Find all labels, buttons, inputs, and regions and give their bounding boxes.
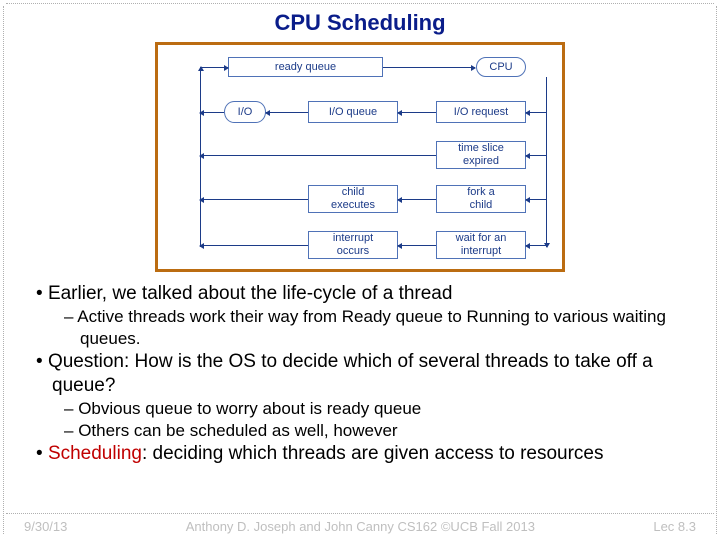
bullet-list: • Earlier, we talked about the life-cycl… [36, 282, 684, 466]
arrow [526, 245, 546, 246]
bullet-3-rest: : deciding which threads are given acces… [142, 443, 604, 464]
arrow [200, 67, 228, 68]
footer-center: Anthony D. Joseph and John Canny CS162 ©… [67, 519, 653, 534]
footer: 9/30/13 Anthony D. Joseph and John Canny… [24, 519, 696, 534]
box-interrupt-occurs: interrupt occurs [308, 231, 398, 259]
slide-title: CPU Scheduling [36, 10, 684, 36]
decorative-border [716, 6, 717, 534]
box-time-slice: time slice expired [436, 141, 526, 169]
slide: CPU Scheduling ready queue CPU I/O I/O q… [0, 0, 720, 540]
arrow [200, 155, 436, 156]
box-ready-queue: ready queue [228, 57, 383, 77]
bullet-1a: – Active threads work their way from Rea… [64, 306, 684, 350]
decorative-border [6, 513, 714, 514]
box-fork-child: fork a child [436, 185, 526, 213]
bullet-2a: – Obvious queue to worry about is ready … [64, 398, 684, 420]
bullet-2-text: Question: How is the OS to decide which … [48, 351, 653, 396]
box-io: I/O [224, 101, 266, 123]
bullet-2b: – Others can be scheduled as well, howev… [64, 420, 684, 442]
arrow [526, 155, 546, 156]
bullet-1-text: Earlier, we talked about the life-cycle … [48, 283, 453, 304]
box-child-executes: child executes [308, 185, 398, 213]
box-wait-interrupt: wait for an interrupt [436, 231, 526, 259]
arrow-down [546, 77, 547, 247]
footer-date: 9/30/13 [24, 519, 67, 534]
decorative-border [6, 3, 714, 4]
bullet-2: • Question: How is the OS to decide whic… [36, 350, 684, 399]
arrow [526, 112, 546, 113]
box-io-queue: I/O queue [308, 101, 398, 123]
decorative-border [3, 6, 4, 534]
bullet-3: • Scheduling: deciding which threads are… [36, 442, 684, 466]
arrow [398, 245, 436, 246]
footer-right: Lec 8.3 [653, 519, 696, 534]
arrow [200, 199, 308, 200]
arrow [200, 112, 224, 113]
bullet-1: • Earlier, we talked about the life-cycl… [36, 282, 684, 306]
box-io-request: I/O request [436, 101, 526, 123]
arrow [526, 199, 546, 200]
bullet-3-keyword: Scheduling [48, 443, 142, 464]
diagram-frame: ready queue CPU I/O I/O queue I/O reques… [155, 42, 565, 272]
arrow [200, 245, 308, 246]
arrow [398, 199, 436, 200]
box-cpu: CPU [476, 57, 526, 77]
bullet-2a-text: Obvious queue to worry about is ready qu… [78, 399, 421, 418]
arrow [266, 112, 308, 113]
arrow [398, 112, 436, 113]
bullet-1a-text: Active threads work their way from Ready… [77, 307, 666, 348]
arrow [383, 67, 475, 68]
bullet-2b-text: Others can be scheduled as well, however [78, 421, 397, 440]
